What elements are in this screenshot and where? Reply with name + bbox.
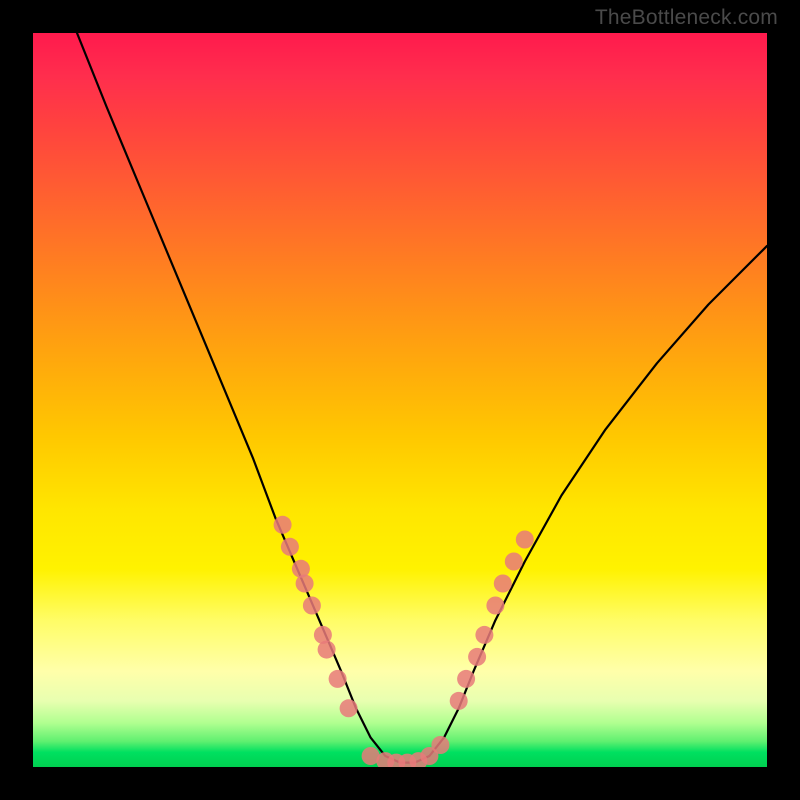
watermark-text: TheBottleneck.com — [595, 6, 778, 30]
dots-left-cluster — [274, 516, 358, 718]
curve-layer — [33, 33, 767, 767]
dots-bottom-cluster — [362, 736, 450, 767]
dots-right-cluster — [450, 531, 534, 710]
bottleneck-curve — [77, 33, 767, 763]
chart-frame: TheBottleneck.com — [0, 0, 800, 800]
plot-area — [33, 33, 767, 767]
